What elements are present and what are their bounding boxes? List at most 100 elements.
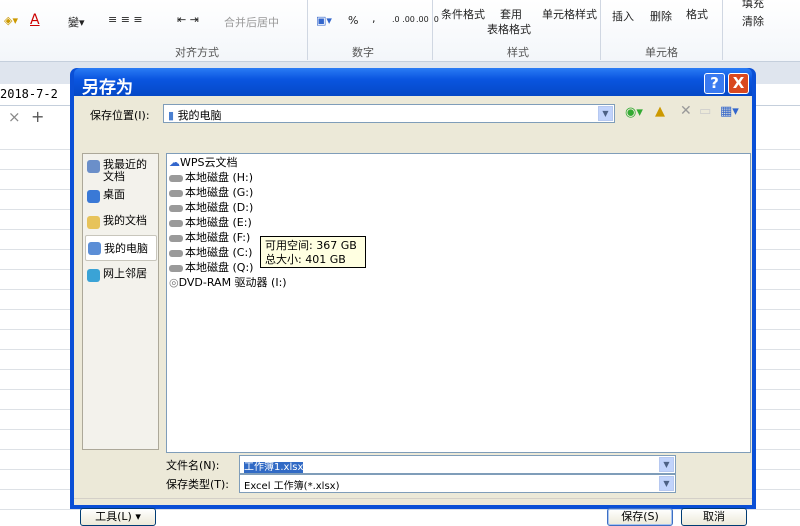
- list-item[interactable]: 本地磁盘 (Q:): [169, 260, 253, 275]
- place-label: 我最近的文档: [103, 158, 147, 183]
- save-in-label: 保存位置(I):: [90, 109, 150, 122]
- insert-button[interactable]: 插入: [612, 8, 634, 24]
- places-bar: 我最近的文档 桌面 我的文档 我的电脑 网上邻居: [82, 153, 159, 450]
- merge-center-button[interactable]: 合并后居中: [224, 14, 279, 30]
- indent-buttons-icon[interactable]: ⇤ ⇥: [177, 13, 199, 26]
- close-button[interactable]: X: [728, 73, 749, 94]
- comma-button[interactable]: ,: [372, 12, 376, 25]
- align-buttons-icon[interactable]: ≡ ≡ ≡: [108, 13, 143, 26]
- place-desktop[interactable]: 桌面: [85, 186, 157, 204]
- ribbon: ◈▾ A 變▾ ≡ ≡ ≡ ⇤ ⇥ 合并后居中 ▣▾ % , .0 .00 .0…: [0, 0, 800, 62]
- filetype-label: 保存类型(T):: [166, 478, 230, 491]
- drive-tooltip: 可用空间: 367 GB 总大小: 401 GB: [260, 236, 366, 268]
- delete-button[interactable]: 删除: [650, 8, 672, 24]
- filename-value: 工作簿1.xlsx: [244, 462, 304, 473]
- list-item[interactable]: ◎DVD-RAM 驱动器 (I:): [169, 275, 287, 290]
- new-folder-icon[interactable]: ▭: [699, 104, 711, 119]
- filetype-value: Excel 工作簿(*.xlsx): [244, 481, 340, 492]
- recent-icon: [87, 160, 100, 173]
- place-label: 网上邻居: [103, 267, 147, 280]
- filename-label: 文件名(N):: [166, 459, 220, 472]
- list-item[interactable]: 本地磁盘 (F:): [169, 230, 250, 245]
- network-icon: [87, 269, 100, 282]
- place-network[interactable]: 网上邻居: [85, 265, 157, 283]
- delete-icon[interactable]: ✕: [680, 103, 692, 119]
- drive-icon: [169, 234, 183, 242]
- fill-color-icon[interactable]: ◈▾: [4, 14, 18, 27]
- format-button[interactable]: 格式: [686, 6, 708, 22]
- filetype-dropdown[interactable]: Excel 工作簿(*.xlsx) ▼: [239, 474, 676, 493]
- table-format-button-1[interactable]: 套用: [500, 6, 522, 22]
- currency-icon[interactable]: ▣▾: [316, 14, 332, 27]
- group-alignment-label: 对齐方式: [175, 46, 219, 59]
- tooltip-free-space: 可用空间: 367 GB: [265, 239, 357, 252]
- drive-icon: [169, 264, 183, 272]
- group-cells-label: 单元格: [645, 46, 678, 59]
- list-item[interactable]: ☁WPS云文档: [169, 155, 238, 170]
- place-my-computer[interactable]: 我的电脑: [85, 235, 157, 261]
- item-label: 本地磁盘 (Q:): [185, 261, 254, 274]
- computer-icon: [88, 242, 101, 255]
- desktop-icon: [87, 190, 100, 203]
- item-label: 本地磁盘 (H:): [185, 171, 254, 184]
- documents-icon: [87, 216, 100, 229]
- list-item[interactable]: 本地磁盘 (G:): [169, 185, 253, 200]
- place-label: 我的文档: [103, 214, 147, 227]
- item-label: 本地磁盘 (E:): [185, 216, 252, 229]
- drive-icon: [169, 219, 183, 227]
- percent-button[interactable]: %: [348, 14, 358, 27]
- list-item[interactable]: 本地磁盘 (D:): [169, 200, 253, 215]
- item-label: 本地磁盘 (C:): [185, 246, 253, 259]
- fill-button[interactable]: 填充: [742, 0, 764, 11]
- divider: [74, 498, 752, 499]
- place-label: 我的电脑: [104, 242, 148, 255]
- save-button[interactable]: 保存(S): [607, 508, 673, 526]
- drive-icon: [169, 204, 183, 212]
- cell-value[interactable]: 2018-7-2: [0, 87, 58, 101]
- decrease-decimal-button[interactable]: .00 .0: [416, 15, 439, 24]
- cancel-button[interactable]: 取消: [681, 508, 747, 526]
- tools-label: 工具(L): [95, 510, 132, 523]
- views-icon[interactable]: ▦▾: [720, 104, 739, 119]
- group-number-label: 数字: [352, 46, 374, 59]
- filename-input[interactable]: 工作簿1.xlsx ▼: [239, 455, 676, 474]
- place-label: 桌面: [103, 188, 125, 201]
- computer-icon: ▮: [168, 109, 178, 122]
- dvd-icon: ◎: [169, 276, 179, 289]
- add-icon[interactable]: +: [31, 107, 44, 126]
- back-icon[interactable]: ◉▾: [625, 105, 643, 120]
- help-button[interactable]: ?: [704, 73, 725, 94]
- save-in-value: 我的电脑: [177, 109, 222, 122]
- font-color-button[interactable]: A: [30, 12, 40, 28]
- item-label: 本地磁盘 (F:): [185, 231, 251, 244]
- list-item[interactable]: 本地磁盘 (E:): [169, 215, 252, 230]
- conditional-format-button[interactable]: 条件格式: [441, 6, 485, 22]
- cancel-edit-icon[interactable]: ×: [8, 108, 21, 126]
- item-label: WPS云文档: [180, 156, 238, 169]
- chevron-down-icon[interactable]: ▼: [659, 457, 674, 472]
- cloud-icon: ☁: [169, 156, 180, 169]
- chevron-down-icon[interactable]: ▼: [598, 106, 613, 121]
- save-in-dropdown[interactable]: ▮ 我的电脑 ▼: [163, 104, 615, 123]
- increase-decimal-button[interactable]: .0 .00: [392, 15, 415, 24]
- place-recent[interactable]: 我最近的文档: [85, 156, 157, 186]
- tools-button[interactable]: 工具(L) ▾: [80, 508, 156, 526]
- drive-icon: [169, 249, 183, 257]
- drive-icon: [169, 189, 183, 197]
- cell-style-button[interactable]: 单元格样式: [542, 6, 597, 22]
- place-documents[interactable]: 我的文档: [85, 212, 157, 230]
- list-item[interactable]: 本地磁盘 (H:): [169, 170, 253, 185]
- item-label: 本地磁盘 (G:): [185, 186, 254, 199]
- clear-button[interactable]: 清除: [742, 13, 764, 29]
- item-label: DVD-RAM 驱动器 (I:): [178, 276, 287, 289]
- table-format-button-2[interactable]: 表格格式: [487, 21, 531, 37]
- tooltip-total-size: 总大小: 401 GB: [265, 253, 346, 266]
- save-as-dialog: 另存为 ? X 保存位置(I): ▮ 我的电脑 ▼ ◉▾ ▲ ✕ ▭ ▦▾ 我最…: [70, 68, 756, 526]
- file-list[interactable]: ☁WPS云文档 本地磁盘 (H:) 本地磁盘 (G:) 本地磁盘 (D:) 本地…: [166, 153, 751, 453]
- list-item[interactable]: 本地磁盘 (C:): [169, 245, 252, 260]
- item-label: 本地磁盘 (D:): [185, 201, 254, 214]
- chevron-down-icon[interactable]: ▼: [659, 476, 674, 491]
- up-folder-icon[interactable]: ▲: [655, 104, 665, 119]
- phonetic-icon[interactable]: 變▾: [68, 14, 85, 30]
- group-styles-label: 样式: [507, 46, 529, 59]
